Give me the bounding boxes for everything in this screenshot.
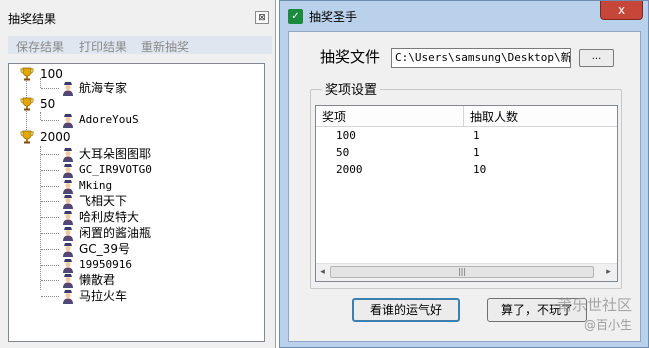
tree-connector [41,233,59,234]
tree-group-label: 2000 [40,130,71,144]
tree-group-label: 50 [40,97,56,111]
winner-name: 大耳朵图图耶 [79,147,152,161]
tree-connector [41,280,59,282]
winner-name: GC_IR9VOTG0 [79,162,152,176]
window-title: 抽奖圣手 [309,10,358,24]
trophy-icon [20,130,34,144]
count-cell: 1 [473,146,480,159]
results-toolbar: 保存结果 打印结果 重新抽奖 [8,36,272,54]
user-icon [63,163,73,178]
results-panel-title: 抽奖结果 [8,12,57,26]
user-icon [63,274,73,289]
table-row[interactable]: 50 1 [316,144,617,161]
tree-connector [41,201,59,203]
window-titlebar[interactable]: ✓ 抽奖圣手 x [280,1,648,31]
scroll-left-arrow-icon[interactable]: ◂ [318,267,327,278]
user-icon [63,258,73,273]
file-path-field[interactable]: C:\Users\samsung\Desktop\新建 [391,48,571,68]
count-cell: 10 [473,163,487,176]
tree-connector [41,120,59,121]
winner-name: 懒散君 [79,273,116,288]
file-label: 抽奖文件 [320,48,381,66]
winner-name: GC_39号 [79,241,130,256]
user-icon [63,211,73,226]
trophy-icon [20,67,34,81]
winner-name: Mking [79,178,113,192]
column-divider[interactable] [463,106,464,126]
tree-connector [41,154,59,155]
tree-connector [41,185,59,187]
app-icon: ✓ [288,9,303,24]
window-close-button[interactable]: x [600,1,643,20]
column-header-count[interactable]: 抽取人数 [470,108,518,125]
prize-table[interactable]: 奖项 抽取人数 100 1 50 1 2000 10 ◂ ||| ▸ [315,105,618,282]
save-results-button[interactable]: 保存结果 [16,38,64,55]
tree-connector [41,248,59,250]
scrollbar-thumb[interactable]: ||| [330,266,594,278]
winner-name: AdoreYouS [79,113,139,126]
print-results-button[interactable]: 打印结果 [79,38,127,55]
table-row[interactable]: 100 1 [316,127,617,144]
user-icon [63,242,73,257]
winner-name: 19950916 [79,257,132,271]
user-icon [63,148,73,162]
winner-name: 飞相天下 [79,194,128,209]
results-panel: 抽奖结果 ⊠ 保存结果 打印结果 重新抽奖 100 航海专家 50 AdoreY… [0,0,276,348]
watermark-author: @百小生 [584,318,633,332]
tree-connector [41,264,59,266]
prize-cell: 50 [336,146,350,159]
count-cell: 1 [473,129,480,142]
prize-cell: 100 [336,129,356,142]
close-icon[interactable]: ⊠ [255,11,269,24]
results-tree[interactable]: 100 航海专家 50 AdoreYouS 2000 大耳朵图图耶 GC_IR9… [8,63,265,342]
prize-cell: 2000 [336,163,363,176]
column-header-prize[interactable]: 奖项 [322,108,346,125]
user-icon [63,179,73,194]
user-icon [63,114,73,128]
tree-connector [41,296,59,298]
watermark-site: 莆乐世社区 [557,296,633,314]
browse-button[interactable]: ... [579,49,614,67]
prize-table-header: 奖项 抽取人数 [316,106,617,127]
trophy-icon [20,97,34,111]
tree-connector [41,88,59,89]
winner-name: 闲置的酱油瓶 [79,226,152,240]
winner-name: 航海专家 [79,81,128,95]
table-row[interactable]: 2000 10 [316,161,617,178]
horizontal-scrollbar[interactable]: ◂ ||| ▸ [316,263,617,281]
scroll-right-arrow-icon[interactable]: ▸ [604,267,613,278]
tree-connector [41,169,59,171]
tree-connector [40,112,41,120]
winner-name: 哈利皮特大 [79,210,140,225]
user-icon [63,195,73,210]
redraw-button[interactable]: 重新抽奖 [141,38,189,55]
draw-button[interactable]: 看谁的运气好 [352,298,460,322]
tree-connector [41,217,59,219]
user-icon [63,290,73,305]
prize-settings-title: 奖项设置 [322,79,381,98]
winner-name: 马拉火车 [79,289,128,304]
user-icon [63,227,73,241]
user-icon [63,82,73,96]
